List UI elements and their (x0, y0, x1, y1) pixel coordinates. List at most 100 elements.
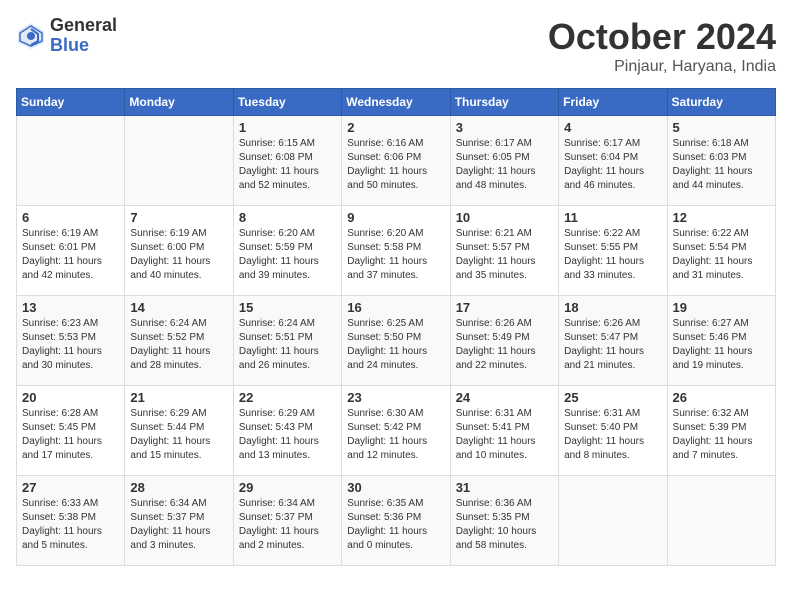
day-number: 31 (456, 480, 553, 495)
title-block: October 2024 Pinjaur, Haryana, India (548, 16, 776, 76)
day-info: Sunrise: 6:31 AM Sunset: 5:41 PM Dayligh… (456, 407, 553, 463)
day-info: Sunrise: 6:18 AM Sunset: 6:03 PM Dayligh… (673, 137, 770, 193)
week-row-3: 13Sunrise: 6:23 AM Sunset: 5:53 PM Dayli… (17, 296, 776, 386)
day-number: 9 (347, 210, 444, 225)
day-number: 5 (673, 120, 770, 135)
day-info: Sunrise: 6:31 AM Sunset: 5:40 PM Dayligh… (564, 407, 661, 463)
day-info: Sunrise: 6:36 AM Sunset: 5:35 PM Dayligh… (456, 497, 553, 553)
day-number: 17 (456, 300, 553, 315)
day-info: Sunrise: 6:34 AM Sunset: 5:37 PM Dayligh… (239, 497, 336, 553)
day-info: Sunrise: 6:20 AM Sunset: 5:58 PM Dayligh… (347, 227, 444, 283)
day-number: 24 (456, 390, 553, 405)
day-number: 11 (564, 210, 661, 225)
day-info: Sunrise: 6:35 AM Sunset: 5:36 PM Dayligh… (347, 497, 444, 553)
calendar-cell: 17 Sunrise: 6:26 AM Sunset: 5:49 PM Dayli… (450, 296, 558, 386)
calendar-cell: 7 Sunrise: 6:19 AM Sunset: 6:00 PM Daylig… (125, 206, 233, 296)
week-row-5: 27 Sunrise: 6:33 AM Sunset: 5:38 PM Dayli… (17, 476, 776, 566)
calendar-cell: 9 Sunrise: 6:20 AM Sunset: 5:58 PM Daylig… (342, 206, 450, 296)
day-number: 1 (239, 120, 336, 135)
calendar-cell: 25Sunrise: 6:31 AM Sunset: 5:40 PM Dayli… (559, 386, 667, 476)
day-number: 6 (22, 210, 119, 225)
calendar-cell: 13Sunrise: 6:23 AM Sunset: 5:53 PM Dayli… (17, 296, 125, 386)
calendar-cell: 29 Sunrise: 6:34 AM Sunset: 5:37 PM Dayli… (233, 476, 341, 566)
day-info: Sunrise: 6:21 AM Sunset: 5:57 PM Dayligh… (456, 227, 553, 283)
day-info: Sunrise: 6:17 AM Sunset: 6:05 PM Dayligh… (456, 137, 553, 193)
calendar-cell: 21Sunrise: 6:29 AM Sunset: 5:44 PM Dayli… (125, 386, 233, 476)
calendar-cell: 4Sunrise: 6:17 AM Sunset: 6:04 PM Daylig… (559, 116, 667, 206)
calendar-cell (17, 116, 125, 206)
day-number: 3 (456, 120, 553, 135)
calendar-cell: 10Sunrise: 6:21 AM Sunset: 5:57 PM Dayli… (450, 206, 558, 296)
calendar-cell (667, 476, 775, 566)
day-number: 15 (239, 300, 336, 315)
col-header-sunday: Sunday (17, 89, 125, 116)
day-number: 21 (130, 390, 227, 405)
day-info: Sunrise: 6:28 AM Sunset: 5:45 PM Dayligh… (22, 407, 119, 463)
calendar-cell: 30 Sunrise: 6:35 AM Sunset: 5:36 PM Dayli… (342, 476, 450, 566)
calendar-cell: 27 Sunrise: 6:33 AM Sunset: 5:38 PM Dayli… (17, 476, 125, 566)
day-info: Sunrise: 6:26 AM Sunset: 5:49 PM Dayligh… (456, 317, 553, 373)
day-number: 27 (22, 480, 119, 495)
col-header-friday: Friday (559, 89, 667, 116)
calendar-cell: 11 Sunrise: 6:22 AM Sunset: 5:55 PM Dayli… (559, 206, 667, 296)
day-number: 12 (673, 210, 770, 225)
week-row-1: 1 Sunrise: 6:15 AM Sunset: 6:08 PM Daylig… (17, 116, 776, 206)
calendar-cell: 8Sunrise: 6:20 AM Sunset: 5:59 PM Daylig… (233, 206, 341, 296)
day-number: 18 (564, 300, 661, 315)
col-header-thursday: Thursday (450, 89, 558, 116)
day-info: Sunrise: 6:22 AM Sunset: 5:55 PM Dayligh… (564, 227, 661, 283)
day-number: 4 (564, 120, 661, 135)
page-header: General Blue October 2024 Pinjaur, Harya… (16, 16, 776, 76)
calendar-cell: 18 Sunrise: 6:26 AM Sunset: 5:47 PM Dayli… (559, 296, 667, 386)
calendar-cell: 31 Sunrise: 6:36 AM Sunset: 5:35 PM Dayli… (450, 476, 558, 566)
day-info: Sunrise: 6:19 AM Sunset: 6:01 PM Dayligh… (22, 227, 119, 283)
header-row: SundayMondayTuesdayWednesdayThursdayFrid… (17, 89, 776, 116)
calendar-cell (125, 116, 233, 206)
calendar-cell: 1 Sunrise: 6:15 AM Sunset: 6:08 PM Daylig… (233, 116, 341, 206)
day-number: 19 (673, 300, 770, 315)
calendar-cell: 6 Sunrise: 6:19 AM Sunset: 6:01 PM Daylig… (17, 206, 125, 296)
day-info: Sunrise: 6:16 AM Sunset: 6:06 PM Dayligh… (347, 137, 444, 193)
day-info: Sunrise: 6:24 AM Sunset: 5:52 PM Dayligh… (130, 317, 227, 373)
day-info: Sunrise: 6:26 AM Sunset: 5:47 PM Dayligh… (564, 317, 661, 373)
day-info: Sunrise: 6:15 AM Sunset: 6:08 PM Dayligh… (239, 137, 336, 193)
day-info: Sunrise: 6:33 AM Sunset: 5:38 PM Dayligh… (22, 497, 119, 553)
day-number: 20 (22, 390, 119, 405)
day-info: Sunrise: 6:27 AM Sunset: 5:46 PM Dayligh… (673, 317, 770, 373)
logo: General Blue (16, 16, 117, 56)
day-info: Sunrise: 6:24 AM Sunset: 5:51 PM Dayligh… (239, 317, 336, 373)
day-info: Sunrise: 6:30 AM Sunset: 5:42 PM Dayligh… (347, 407, 444, 463)
calendar-cell: 22Sunrise: 6:29 AM Sunset: 5:43 PM Dayli… (233, 386, 341, 476)
logo-text: General Blue (50, 16, 117, 56)
day-number: 30 (347, 480, 444, 495)
col-header-wednesday: Wednesday (342, 89, 450, 116)
day-info: Sunrise: 6:19 AM Sunset: 6:00 PM Dayligh… (130, 227, 227, 283)
day-info: Sunrise: 6:32 AM Sunset: 5:39 PM Dayligh… (673, 407, 770, 463)
col-header-monday: Monday (125, 89, 233, 116)
day-number: 26 (673, 390, 770, 405)
calendar-cell: 23 Sunrise: 6:30 AM Sunset: 5:42 PM Dayli… (342, 386, 450, 476)
day-number: 16 (347, 300, 444, 315)
day-number: 28 (130, 480, 227, 495)
month-title: October 2024 (548, 16, 776, 58)
day-number: 23 (347, 390, 444, 405)
week-row-2: 6 Sunrise: 6:19 AM Sunset: 6:01 PM Daylig… (17, 206, 776, 296)
day-number: 2 (347, 120, 444, 135)
calendar-cell: 2 Sunrise: 6:16 AM Sunset: 6:06 PM Daylig… (342, 116, 450, 206)
location-text: Pinjaur, Haryana, India (548, 58, 776, 76)
logo-icon (16, 21, 46, 51)
calendar-cell: 26 Sunrise: 6:32 AM Sunset: 5:39 PM Dayli… (667, 386, 775, 476)
calendar-cell: 5 Sunrise: 6:18 AM Sunset: 6:03 PM Daylig… (667, 116, 775, 206)
day-number: 13 (22, 300, 119, 315)
day-number: 29 (239, 480, 336, 495)
calendar-cell: 20 Sunrise: 6:28 AM Sunset: 5:45 PM Dayli… (17, 386, 125, 476)
day-number: 7 (130, 210, 227, 225)
calendar-cell: 24 Sunrise: 6:31 AM Sunset: 5:41 PM Dayli… (450, 386, 558, 476)
calendar-cell (559, 476, 667, 566)
calendar-cell: 14Sunrise: 6:24 AM Sunset: 5:52 PM Dayli… (125, 296, 233, 386)
col-header-tuesday: Tuesday (233, 89, 341, 116)
calendar-cell: 16Sunrise: 6:25 AM Sunset: 5:50 PM Dayli… (342, 296, 450, 386)
day-info: Sunrise: 6:34 AM Sunset: 5:37 PM Dayligh… (130, 497, 227, 553)
logo-blue-text: Blue (50, 36, 117, 56)
logo-general-text: General (50, 16, 117, 36)
